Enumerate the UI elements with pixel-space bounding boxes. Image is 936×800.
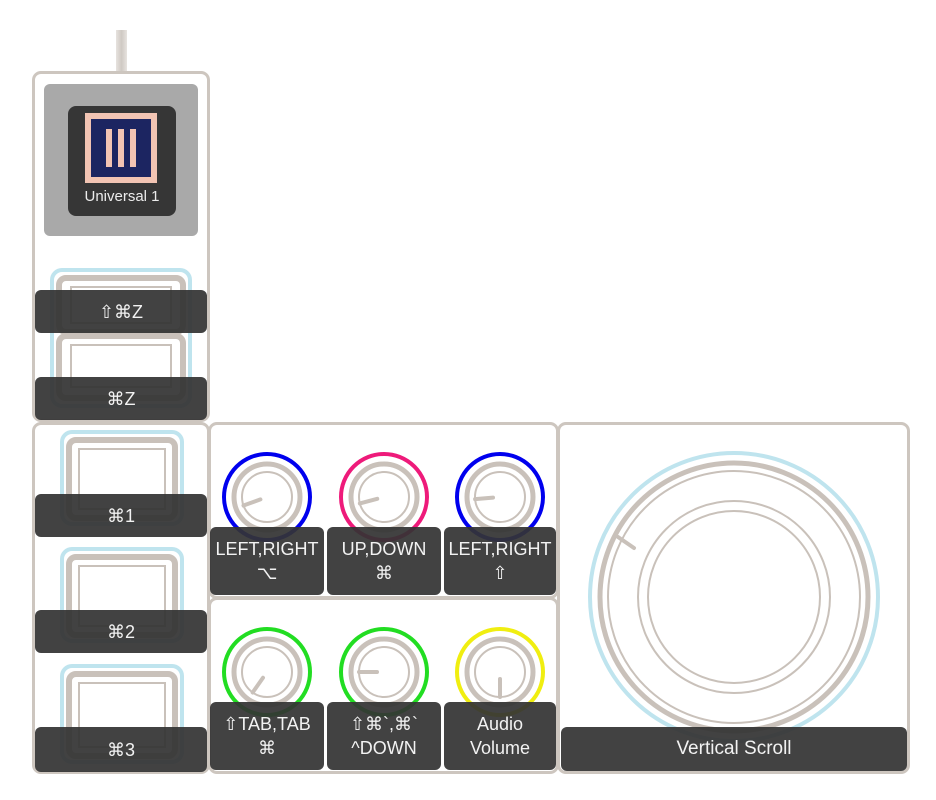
dial-label-text: Vertical Scroll <box>676 738 792 759</box>
knob-label-line1: LEFT,RIGHT <box>215 539 319 559</box>
knob-label-line2: ⌘ <box>258 738 276 758</box>
knob-body <box>348 461 420 533</box>
knob-label: ⇧TAB,TAB ⌘ <box>210 702 324 770</box>
knob-body <box>231 636 303 708</box>
dial-glow <box>588 451 880 743</box>
knob-indicator <box>241 497 263 508</box>
knob-label-line1: UP,DOWN <box>341 539 427 559</box>
dial-rim <box>597 460 871 734</box>
knob-label-line2: ^DOWN <box>351 738 417 758</box>
dial-cap-outer <box>637 500 831 694</box>
knob-label-line1: ⇧TAB,TAB <box>223 714 311 734</box>
knob-label: UP,DOWN ⌘ <box>327 527 441 595</box>
dial-rim-inner <box>607 470 861 724</box>
knob-label-line2: ⇧ <box>492 563 508 583</box>
knob-cap <box>241 646 293 698</box>
knob-cap <box>241 471 293 523</box>
knob-body <box>464 461 536 533</box>
knob-label: LEFT,RIGHT ⌥ <box>210 527 324 595</box>
knob-label-line1: LEFT,RIGHT <box>448 539 552 559</box>
knob-label: ⇧⌘`,⌘` ^DOWN <box>327 702 441 770</box>
knob-indicator <box>357 496 380 506</box>
knob-label: LEFT,RIGHT ⇧ <box>444 527 556 595</box>
knob-label-line1: Audio <box>476 714 524 734</box>
knob-label-line2: ⌥ <box>256 563 278 583</box>
knob-label-line2: ⌘ <box>375 563 393 583</box>
knob-label-line1: ⇧⌘`,⌘` <box>349 714 419 734</box>
knob-label-line2: Volume <box>469 738 531 758</box>
knob-label: Audio Volume <box>444 702 556 770</box>
knob-indicator <box>473 495 496 502</box>
dial-cap <box>647 510 821 684</box>
dial-label: Vertical Scroll <box>561 727 907 771</box>
knob-body <box>231 461 303 533</box>
vertical-scroll-dial[interactable] <box>588 451 880 743</box>
knobs-layer <box>222 451 880 743</box>
knob-cap <box>358 471 410 523</box>
knob-indicator <box>250 675 265 695</box>
